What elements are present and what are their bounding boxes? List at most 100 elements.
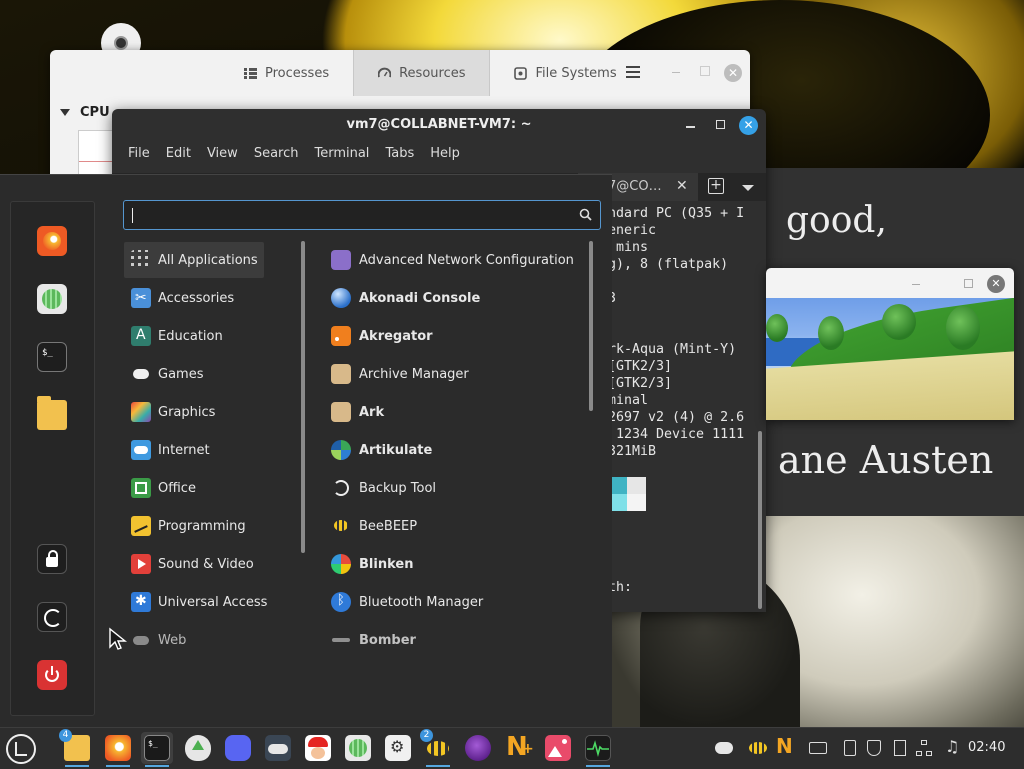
tab-close-icon[interactable]: ✕ (676, 178, 688, 194)
taskbar-beebeep[interactable]: 2 (420, 729, 454, 767)
taskbar-notes-app[interactable]: N + (502, 732, 534, 764)
game-viewport[interactable] (766, 298, 1014, 420)
category-sound-video[interactable]: Sound & Video (124, 546, 264, 582)
category-programming[interactable]: Programming (124, 508, 264, 544)
tray-bee-icon[interactable] (748, 738, 768, 758)
app-bluetooth-manager[interactable]: ᛒ Bluetooth Manager (331, 584, 483, 620)
taskbar-update-manager[interactable] (182, 732, 214, 764)
taskbar-mario[interactable] (302, 732, 334, 764)
search-input[interactable] (130, 205, 574, 227)
category-games[interactable]: Games (124, 356, 264, 392)
logout-icon[interactable] (37, 602, 67, 632)
game-close-button[interactable]: ✕ (987, 275, 1005, 293)
purple-app-icon (465, 735, 491, 761)
tray-network-icon[interactable] (914, 738, 934, 758)
category-internet[interactable]: Internet (124, 432, 264, 468)
category-accessories[interactable]: ✂ Accessories (124, 280, 264, 316)
tab-resources[interactable]: Resources (353, 50, 491, 96)
new-tab-icon[interactable]: + (708, 178, 724, 194)
app-beebeep[interactable]: BeeBEEP (331, 508, 417, 544)
terminal-close-button[interactable]: ✕ (739, 116, 758, 135)
menu-view[interactable]: View (199, 146, 246, 164)
folder-icon[interactable] (37, 396, 67, 430)
tab-menu-chevron-icon[interactable] (742, 185, 754, 191)
app-advanced-network-configuration[interactable]: Advanced Network Configuration (331, 242, 574, 278)
tray-discord-icon[interactable] (714, 738, 734, 758)
terminal-scrollbar[interactable] (758, 431, 762, 609)
taskbar-software-manager[interactable] (342, 732, 374, 764)
tab-processes[interactable]: Processes (220, 50, 353, 96)
tray-shield-icon[interactable] (864, 738, 884, 758)
software-manager-icon (345, 735, 371, 761)
mint-menu-button[interactable] (6, 734, 36, 764)
taskbar-settings[interactable]: ⚙ (382, 732, 414, 764)
taskbar-discord[interactable] (222, 732, 254, 764)
game-maximize-button[interactable] (964, 279, 973, 288)
close-button[interactable]: ✕ (724, 64, 742, 82)
app-label: Bluetooth Manager (359, 594, 484, 610)
category-label: Office (158, 480, 196, 496)
pulse-icon (587, 740, 609, 757)
software-manager-icon[interactable] (37, 284, 67, 314)
tab-file-systems[interactable]: File Systems (490, 50, 640, 96)
app-akregator[interactable]: Akregator (331, 318, 433, 354)
tray-screen-icon[interactable] (808, 738, 828, 758)
game-minimize-button[interactable] (912, 284, 920, 285)
collapse-triangle-icon[interactable] (60, 109, 70, 116)
taskbar-files[interactable]: 4 (59, 729, 93, 767)
category-web[interactable]: Web (124, 622, 264, 658)
terminal-icon[interactable]: $_ (37, 342, 67, 372)
terminal-output[interactable]: ndard PC (Q35 + I eneric mins g), 8 (flatp… (608, 205, 744, 596)
game-tree (766, 314, 788, 342)
lock-screen-icon[interactable] (37, 544, 67, 574)
hamburger-menu-icon[interactable] (626, 66, 640, 68)
menu-tabs[interactable]: Tabs (377, 146, 422, 164)
category-graphics[interactable]: Graphics (124, 394, 264, 430)
terminal-maximize-button[interactable] (716, 120, 725, 129)
app-blinken[interactable]: Blinken (331, 546, 413, 582)
taskbar-purple-app[interactable] (462, 732, 494, 764)
app-artikulate[interactable]: Artikulate (331, 432, 432, 468)
apps-scrollbar[interactable] (589, 241, 593, 411)
tray-notes-icon[interactable]: N (776, 734, 796, 758)
menu-terminal[interactable]: Terminal (306, 146, 377, 164)
app-akonadi-console[interactable]: Akonadi Console (331, 280, 480, 316)
app-archive-manager[interactable]: Archive Manager (331, 356, 469, 392)
power-icon[interactable] (37, 660, 67, 690)
menu-file[interactable]: File (120, 146, 158, 164)
category-office[interactable]: Office (124, 470, 264, 506)
maximize-button[interactable] (700, 66, 710, 76)
minimize-button[interactable] (672, 72, 680, 73)
menu-edit[interactable]: Edit (158, 146, 199, 164)
clock[interactable]: 02:40 (968, 740, 1005, 755)
taskbar-image-viewer[interactable] (542, 732, 574, 764)
favorites-panel: $_ (10, 201, 95, 716)
menu-help[interactable]: Help (422, 146, 468, 164)
search-box[interactable] (123, 200, 601, 230)
firefox-icon[interactable] (37, 226, 67, 256)
game-window[interactable]: ✕ (766, 268, 1014, 420)
app-bomber[interactable]: Bomber (331, 622, 416, 658)
internet-icon (131, 440, 151, 460)
app-backup-tool[interactable]: Backup Tool (331, 470, 436, 506)
taskbar-cloud[interactable] (262, 732, 294, 764)
ark-icon (331, 402, 351, 422)
application-menu[interactable]: $_ All Applications ✂ Accessories A Educ… (0, 174, 612, 728)
taskbar-terminal[interactable]: $_ (141, 732, 173, 767)
tray-sound-icon[interactable]: ♫ (942, 737, 962, 758)
menu-search[interactable]: Search (246, 146, 307, 164)
tray-info-icon[interactable] (840, 738, 860, 758)
app-ark[interactable]: Ark (331, 394, 384, 430)
category-all-applications[interactable]: All Applications (124, 242, 264, 278)
n-plus-icon: N + (506, 732, 534, 762)
category-education[interactable]: A Education (124, 318, 264, 354)
taskbar-system-monitor[interactable] (582, 732, 614, 767)
category-universal-access[interactable]: ✱ Universal Access (124, 584, 267, 620)
taskbar-firefox[interactable] (102, 732, 134, 767)
categories-scrollbar[interactable] (301, 241, 305, 553)
page-text-author: ane Austen (778, 438, 994, 482)
firefox-icon (105, 735, 131, 761)
terminal-minimize-button[interactable] (686, 126, 695, 128)
tray-clipboard-icon[interactable] (890, 738, 910, 758)
